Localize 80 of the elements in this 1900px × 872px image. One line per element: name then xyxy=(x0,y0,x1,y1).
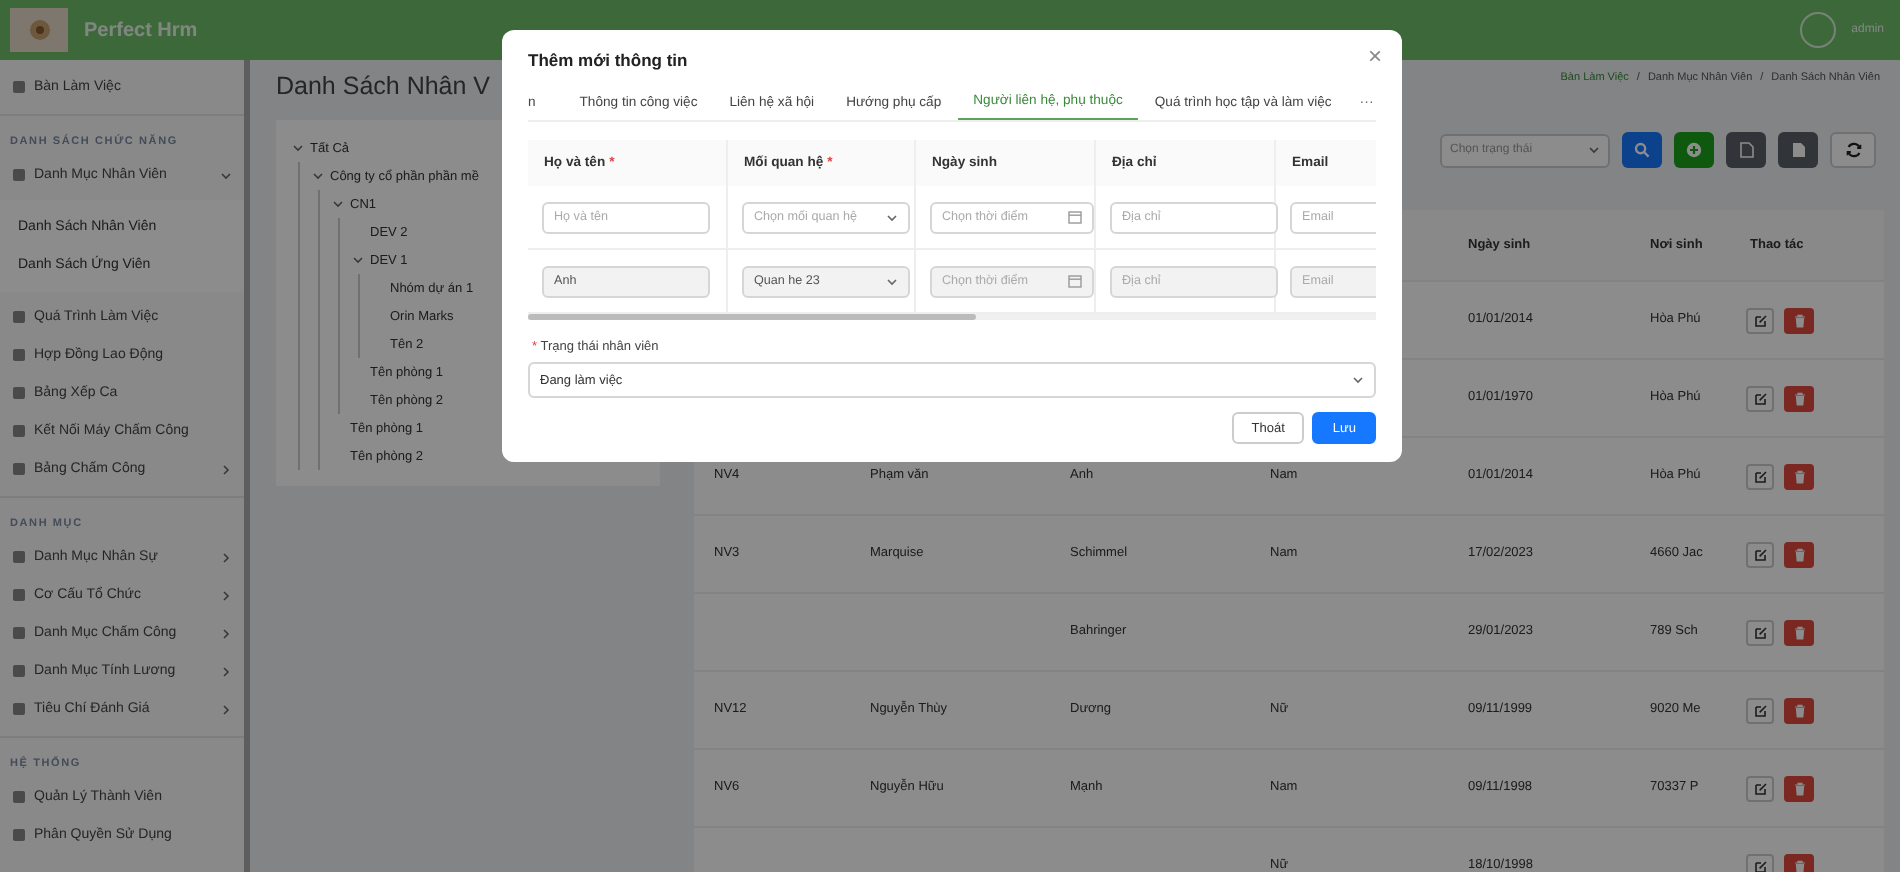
chevron-icon xyxy=(220,551,232,563)
add-button[interactable] xyxy=(1674,132,1714,168)
edit-icon xyxy=(1753,625,1767,639)
edit-icon xyxy=(1753,391,1767,405)
avatar-icon[interactable] xyxy=(1799,12,1836,48)
app-name: Perfect Hrm xyxy=(84,19,198,41)
document-icon xyxy=(1739,142,1753,158)
trash-icon xyxy=(1793,313,1805,327)
edit-button[interactable] xyxy=(1746,463,1774,489)
chevron-icon xyxy=(332,198,344,210)
menu-item-icon xyxy=(12,626,26,640)
edit-icon xyxy=(1753,313,1767,327)
trash-icon xyxy=(1793,625,1805,639)
menu-item-icon xyxy=(12,424,26,438)
edit-icon xyxy=(1753,703,1767,717)
close-button[interactable]: × xyxy=(1367,42,1382,70)
edit-button[interactable] xyxy=(1746,541,1774,567)
chevron-icon xyxy=(352,254,364,266)
edit-icon xyxy=(1753,469,1767,483)
dialog-title: Thêm mới thông tin xyxy=(528,50,688,70)
menu-item-icon xyxy=(12,790,26,804)
menu-item-icon xyxy=(12,386,26,400)
delete-button[interactable] xyxy=(1784,619,1814,645)
delete-button[interactable] xyxy=(1784,775,1814,801)
chevron-icon xyxy=(292,142,304,154)
trash-icon xyxy=(1793,859,1805,872)
page-title: Danh Sách Nhân V xyxy=(276,72,491,100)
trash-icon xyxy=(1793,547,1805,561)
refresh-icon xyxy=(1845,142,1861,158)
edit-button[interactable] xyxy=(1746,385,1774,411)
search-icon xyxy=(1634,142,1650,158)
delete-button[interactable] xyxy=(1784,853,1814,872)
chevron-icon xyxy=(1588,144,1600,156)
logo-icon xyxy=(10,8,68,52)
trash-icon xyxy=(1793,391,1805,405)
menu-item-icon xyxy=(12,664,26,678)
chevron-icon xyxy=(220,665,232,677)
export-button[interactable] xyxy=(1726,132,1766,168)
chevron-icon xyxy=(220,589,232,601)
trash-icon xyxy=(1793,781,1805,795)
edit-button[interactable] xyxy=(1746,853,1774,872)
edit-icon xyxy=(1753,781,1767,795)
menu-item-icon xyxy=(12,588,26,602)
chevron-icon xyxy=(1352,374,1364,386)
menu-item-icon xyxy=(12,702,26,716)
document-icon xyxy=(1791,142,1805,158)
menu-item-icon xyxy=(12,550,26,564)
menu-item-icon xyxy=(12,348,26,362)
chevron-icon xyxy=(220,463,232,475)
edit-button[interactable] xyxy=(1746,697,1774,723)
scrollbar-thumb[interactable] xyxy=(528,314,976,320)
chevron-icon xyxy=(886,211,898,223)
delete-button[interactable] xyxy=(1784,463,1814,489)
delete-button[interactable] xyxy=(1784,307,1814,333)
menu-item-icon xyxy=(12,80,26,94)
plus-circle-icon xyxy=(1686,142,1702,158)
delete-button[interactable] xyxy=(1784,541,1814,567)
edit-button[interactable] xyxy=(1746,619,1774,645)
chevron-icon xyxy=(220,627,232,639)
calendar-icon xyxy=(1068,210,1082,224)
chevron-icon xyxy=(312,170,324,182)
search-button[interactable] xyxy=(1622,132,1662,168)
menu-item-icon xyxy=(12,168,26,182)
menu-item-icon xyxy=(12,310,26,324)
refresh-button[interactable] xyxy=(1830,132,1876,168)
edit-button[interactable] xyxy=(1746,775,1774,801)
delete-button[interactable] xyxy=(1784,697,1814,723)
edit-icon xyxy=(1753,547,1767,561)
chevron-icon xyxy=(220,169,232,181)
edit-icon xyxy=(1753,859,1767,872)
trash-icon xyxy=(1793,469,1805,483)
menu-item-icon xyxy=(12,828,26,842)
menu-item-icon xyxy=(12,462,26,476)
chevron-icon xyxy=(220,703,232,715)
chevron-icon xyxy=(886,275,898,287)
calendar-icon xyxy=(1068,274,1082,288)
delete-button[interactable] xyxy=(1784,385,1814,411)
edit-button[interactable] xyxy=(1746,307,1774,333)
trash-icon xyxy=(1793,703,1805,717)
import-button[interactable] xyxy=(1778,132,1818,168)
